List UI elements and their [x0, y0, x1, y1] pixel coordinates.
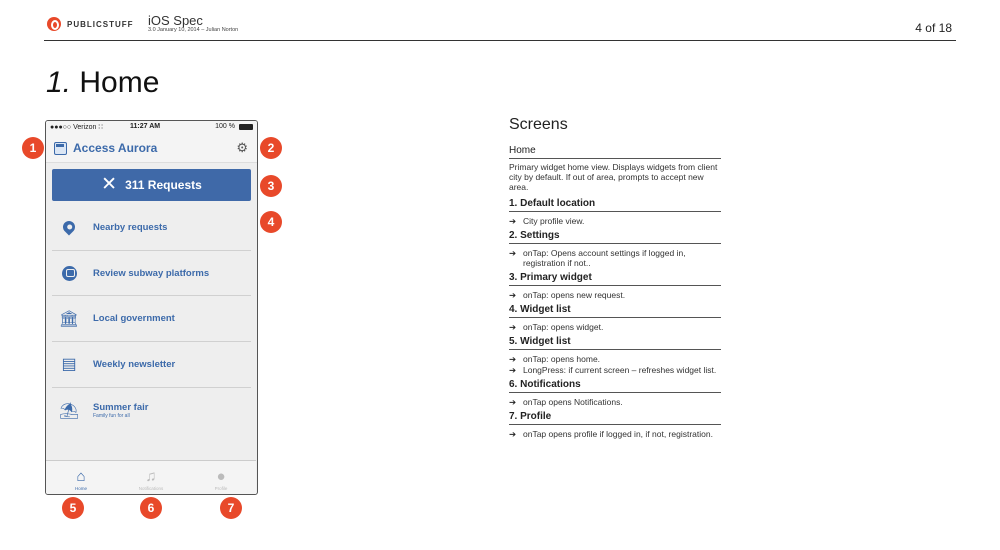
- callout-badge: 3: [260, 175, 282, 197]
- bell-icon: ♫: [145, 468, 157, 485]
- widget-label: Nearby requests: [93, 221, 168, 233]
- brand-name: PUBLICSTUFF: [67, 19, 134, 29]
- callout-badge: 5: [62, 497, 84, 519]
- spec-item-title: 1. Default location: [509, 198, 721, 212]
- home-icon: ⌂: [76, 468, 86, 485]
- train-icon: [59, 263, 79, 283]
- callout-badge: 6: [140, 497, 162, 519]
- widget-item-weekly-newsletter[interactable]: ▤ Weekly newsletter: [52, 342, 251, 388]
- nav-bar: Access Aurora ⚙: [46, 133, 257, 163]
- spec-item-line: City profile view.: [509, 216, 721, 226]
- spec-item: 1. Default location City profile view.: [509, 198, 721, 226]
- profile-icon: ●: [216, 468, 226, 485]
- spec-panel: Screens Home Primary widget home view. D…: [509, 116, 721, 443]
- page-number: 4 of 18: [915, 21, 952, 35]
- spec-item-line: onTap: opens new request.: [509, 290, 721, 300]
- primary-widget-button[interactable]: ✕ 311 Requests: [52, 169, 251, 201]
- spec-item-line: onTap: opens home.: [509, 354, 721, 364]
- spec-item-line: onTap opens profile if logged in, if not…: [509, 429, 721, 439]
- section-title: 1. Home: [46, 66, 159, 100]
- spec-item: 7. Profile onTap opens profile if logged…: [509, 411, 721, 439]
- screen-description: Primary widget home view. Displays widge…: [509, 162, 718, 192]
- spec-item: 6. Notifications onTap opens Notificatio…: [509, 379, 721, 407]
- widget-label: Summer fair: [93, 402, 149, 414]
- publicstuff-logo-icon: [47, 17, 61, 31]
- section-number: 1.: [46, 66, 72, 99]
- tab-label: Profile: [214, 486, 228, 491]
- spec-item-line: LongPress: if current screen – refreshes…: [509, 365, 721, 375]
- document-header: PUBLICSTUFF iOS Spec 3.0 January 10, 201…: [0, 0, 1000, 44]
- spec-item-line: onTap: Opens account settings if logged …: [509, 248, 721, 268]
- battery-percent: 100 %: [215, 123, 235, 130]
- callout-badge: 2: [260, 137, 282, 159]
- spec-item: 5. Widget list onTap: opens home. LongPr…: [509, 336, 721, 375]
- widget-label: Review subway platforms: [93, 267, 210, 279]
- widget-label: Weekly newsletter: [93, 358, 176, 370]
- doc-subtitle: 3.0 January 10, 2014 – Julian Norton: [148, 27, 239, 33]
- screen-name: Home: [509, 145, 721, 159]
- widget-item-summer-fair[interactable]: ⛱ Summer fair Family fun for all: [52, 388, 251, 434]
- status-time: 11:27 AM: [130, 123, 161, 130]
- carrier-signal: ●●●○○ Verizon ∷: [50, 124, 103, 131]
- tab-notifications[interactable]: ♫ Notifications: [116, 461, 186, 494]
- primary-widget-label: 311 Requests: [125, 178, 202, 192]
- widget-sublabel: Family fun for all: [93, 413, 130, 420]
- spec-heading: Screens: [509, 116, 568, 133]
- spec-item-line: onTap: opens widget.: [509, 322, 721, 332]
- spec-item-title: 3. Primary widget: [509, 272, 721, 286]
- battery-icon: [239, 124, 253, 130]
- callout-badge: 4: [260, 211, 282, 233]
- widget-list: Nearby requests Review subway platforms …: [52, 205, 251, 433]
- carousel-icon: ⛱: [58, 402, 80, 420]
- spec-item-title: 6. Notifications: [509, 379, 721, 393]
- widget-item-nearby-requests[interactable]: Nearby requests: [52, 205, 251, 251]
- map-pin-icon: [59, 217, 79, 237]
- doc-title: iOS Spec: [148, 13, 203, 28]
- tab-home[interactable]: ⌂ Home: [46, 461, 116, 494]
- tab-label: Home: [74, 486, 87, 491]
- phone-mockup: ●●●○○ Verizon ∷ 11:27 AM 100 % Access Au…: [45, 120, 258, 495]
- spec-item: 4. Widget list onTap: opens widget.: [509, 304, 721, 332]
- spec-item: 3. Primary widget onTap: opens new reque…: [509, 272, 721, 300]
- section-name: Home: [79, 66, 160, 99]
- spec-item-line: onTap opens Notifications.: [509, 397, 721, 407]
- widget-item-local-government[interactable]: 🏛 Local government: [52, 296, 251, 343]
- tools-icon: ✕: [101, 174, 118, 195]
- callout-badge: 7: [220, 497, 242, 519]
- spec-item-title: 7. Profile: [509, 411, 721, 425]
- widget-label: Local government: [93, 313, 175, 325]
- newsletter-icon: ▤: [61, 356, 77, 374]
- default-location[interactable]: Access Aurora: [73, 141, 157, 155]
- spec-item-title: 5. Widget list: [509, 336, 721, 350]
- spec-item-title: 4. Widget list: [509, 304, 721, 318]
- callout-badge: 1: [22, 137, 44, 159]
- brand: PUBLICSTUFF: [47, 17, 134, 31]
- gear-icon[interactable]: ⚙: [236, 141, 248, 154]
- spec-item-title: 2. Settings: [509, 230, 721, 244]
- government-building-icon: 🏛: [58, 310, 80, 328]
- tab-bar: ⌂ Home ♫ Notifications ● Profile: [46, 460, 256, 494]
- spec-item: 2. Settings onTap: Opens account setting…: [509, 230, 721, 268]
- tab-profile[interactable]: ● Profile: [186, 461, 256, 494]
- header-divider: [44, 40, 956, 41]
- doc-title-block: iOS Spec 3.0 January 10, 2014 – Julian N…: [148, 14, 238, 34]
- status-bar: ●●●○○ Verizon ∷ 11:27 AM 100 %: [46, 121, 257, 133]
- city-profile-icon[interactable]: [54, 142, 67, 155]
- tab-label: Notifications: [138, 486, 164, 491]
- widget-item-subway-platforms[interactable]: Review subway platforms: [52, 251, 251, 297]
